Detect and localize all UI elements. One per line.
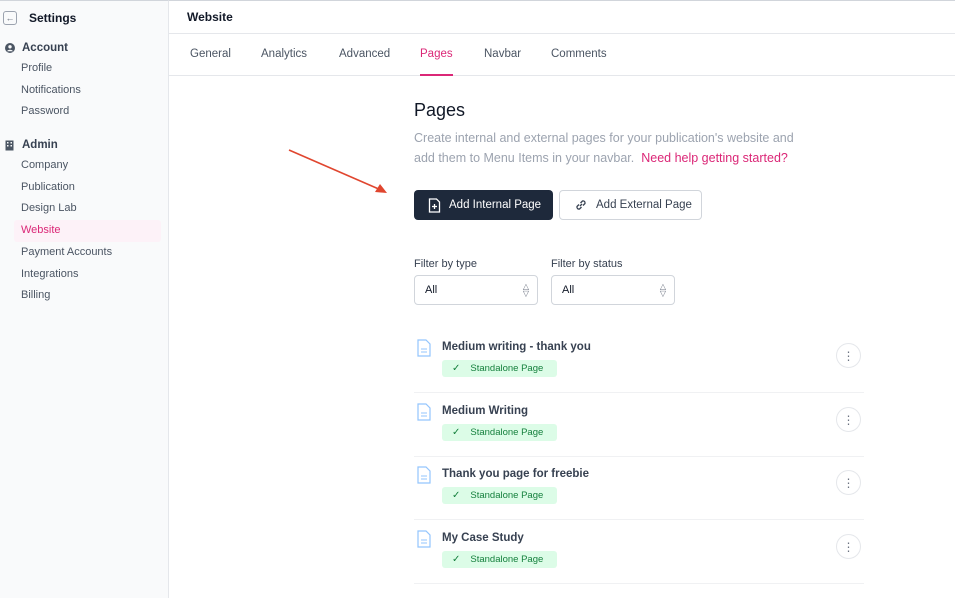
check-icon: ✓ (452, 363, 460, 374)
tab-bar: General Analytics Advanced Pages Navbar … (169, 34, 955, 76)
sidebar-item-design-lab[interactable]: Design Lab (0, 198, 168, 220)
more-options-icon[interactable]: ⋮ (836, 343, 861, 368)
page-header: Website (169, 0, 955, 34)
status-badge: ✓Standalone Page (442, 360, 557, 377)
document-icon (416, 339, 432, 362)
more-options-icon[interactable]: ⋮ (836, 470, 861, 495)
tab-navbar[interactable]: Navbar (484, 34, 521, 76)
document-icon (416, 403, 432, 426)
page-name[interactable]: My Case Study (442, 532, 524, 544)
add-internal-page-button[interactable]: Add Internal Page (414, 190, 553, 220)
sidebar-section-account: Account (0, 38, 168, 58)
list-item[interactable]: Medium Writing ✓Standalone Page ⋮ (414, 393, 864, 457)
check-icon: ✓ (452, 554, 460, 565)
tab-comments[interactable]: Comments (551, 34, 607, 76)
document-icon (416, 530, 432, 553)
help-link[interactable]: Need help getting started? (641, 151, 788, 165)
sidebar-item-website[interactable]: Website (14, 220, 161, 242)
tab-advanced[interactable]: Advanced (339, 34, 390, 76)
page-name[interactable]: Medium writing - thank you (442, 341, 591, 353)
sidebar-header: ← Settings (0, 1, 168, 34)
tab-analytics[interactable]: Analytics (261, 34, 307, 76)
filter-status-label: Filter by status (551, 258, 623, 270)
section-title: Pages (414, 100, 864, 121)
page-title: Website (187, 10, 233, 24)
sidebar-item-notifications[interactable]: Notifications (0, 80, 168, 102)
check-icon: ✓ (452, 427, 460, 438)
pages-intro: Pages Create internal and external pages… (414, 100, 864, 168)
user-circle-icon (4, 43, 15, 53)
sidebar-item-profile[interactable]: Profile (0, 58, 168, 80)
building-icon (4, 140, 15, 151)
chevron-up-down-icon: △▽ (523, 283, 529, 297)
sidebar-item-publication[interactable]: Publication (0, 177, 168, 199)
status-badge: ✓Standalone Page (442, 551, 557, 568)
document-icon (416, 466, 432, 489)
section-description: Create internal and external pages for y… (414, 128, 814, 168)
sidebar-item-password[interactable]: Password (0, 101, 168, 123)
link-icon (574, 198, 588, 212)
more-options-icon[interactable]: ⋮ (836, 407, 861, 432)
page-name[interactable]: Thank you page for freebie (442, 468, 589, 480)
status-badge: ✓Standalone Page (442, 487, 557, 504)
tab-pages[interactable]: Pages (420, 34, 453, 76)
sidebar-title: Settings (29, 11, 76, 25)
sidebar-item-billing[interactable]: Billing (0, 285, 168, 307)
page-name[interactable]: Medium Writing (442, 405, 528, 417)
chevron-up-down-icon: △▽ (660, 283, 666, 297)
annotation-arrow (285, 145, 395, 197)
status-badge: ✓Standalone Page (442, 424, 557, 441)
list-item[interactable]: My Case Study ✓Standalone Page ⋮ (414, 520, 864, 584)
more-options-icon[interactable]: ⋮ (836, 534, 861, 559)
sidebar-item-payment-accounts[interactable]: Payment Accounts (0, 242, 168, 264)
tab-general[interactable]: General (190, 34, 231, 76)
sidebar-section-admin: Admin (0, 135, 168, 155)
settings-sidebar: ← Settings Account Profile Notifications… (0, 0, 169, 598)
sidebar-item-company[interactable]: Company (0, 155, 168, 177)
list-item[interactable]: Medium writing - thank you ✓Standalone P… (414, 329, 864, 393)
sidebar-item-integrations[interactable]: Integrations (0, 264, 168, 286)
filter-status-select[interactable]: All △▽ (551, 275, 675, 305)
add-external-page-button[interactable]: Add External Page (559, 190, 702, 220)
filter-type-select[interactable]: All △▽ (414, 275, 538, 305)
check-icon: ✓ (452, 490, 460, 501)
file-plus-icon (428, 198, 441, 213)
arrow-left-icon[interactable]: ← (3, 11, 17, 25)
list-item[interactable]: Thank you page for freebie ✓Standalone P… (414, 456, 864, 520)
filter-type-label: Filter by type (414, 258, 477, 270)
